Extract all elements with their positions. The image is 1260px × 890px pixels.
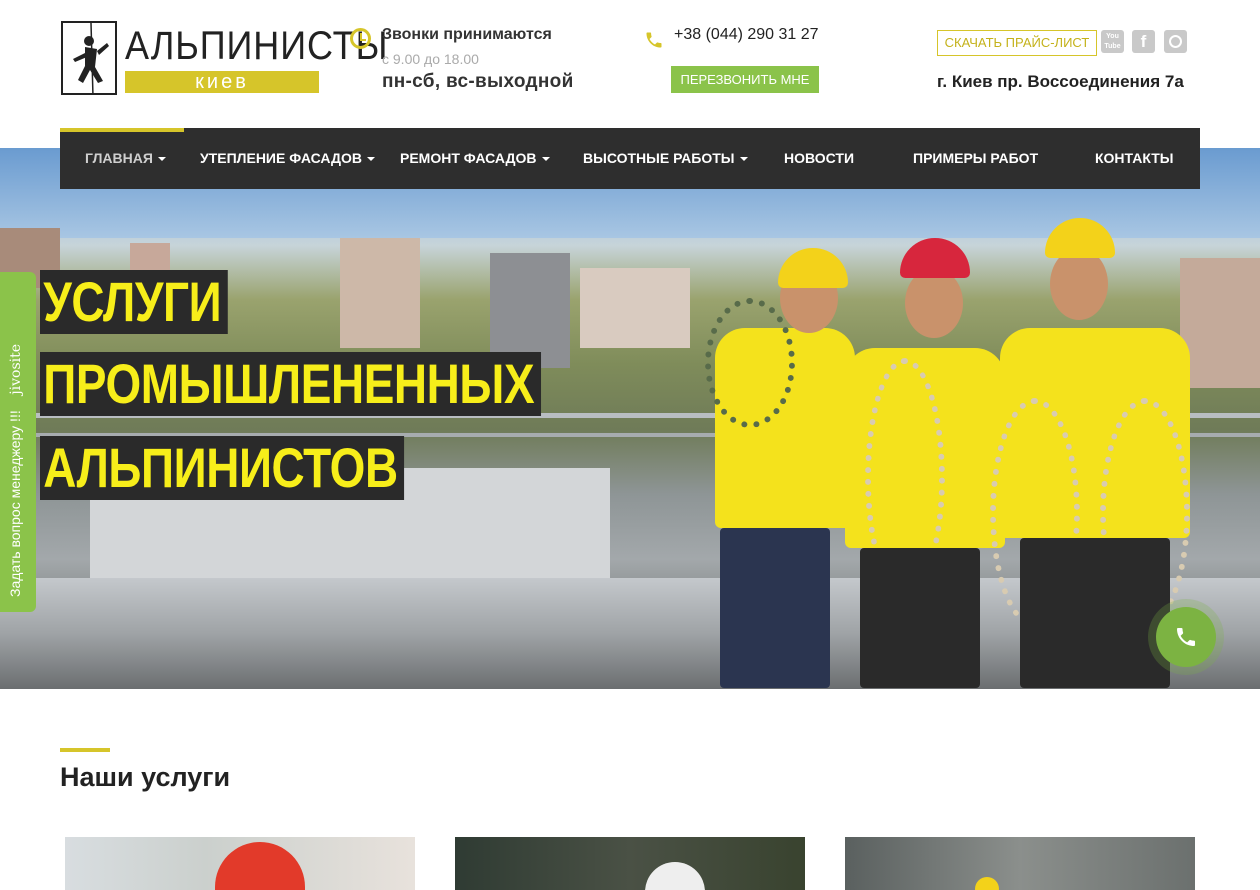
address: г. Киев пр. Воссоединения 7а [937, 72, 1184, 91]
nav-item-high-rise-work[interactable]: ВЫСОТНЫЕ РАБОТЫ [583, 128, 748, 189]
climber-logo-icon [61, 21, 117, 95]
nav-item-contacts[interactable]: КОНТАКТЫ [1095, 128, 1173, 189]
facebook-icon[interactable]: f [1132, 30, 1155, 53]
hero-banner: УСЛУГИ ПРОМЫШЛЕНЕННЫХ АЛЬПИНИСТОВ [0, 148, 1260, 689]
youtube-icon[interactable]: You Tube [1101, 30, 1124, 53]
service-card-image[interactable] [65, 837, 415, 890]
service-card-image[interactable] [845, 837, 1195, 890]
hero-headline-line3: АЛЬПИНИСТОВ [40, 436, 484, 500]
nav-item-facade-repair[interactable]: РЕМОНТ ФАСАДОВ [400, 128, 550, 189]
call-widget-button[interactable] [1156, 607, 1216, 667]
download-price-button[interactable]: СКАЧАТЬ ПРАЙС-ЛИСТ [937, 30, 1097, 56]
nav-active-indicator [60, 128, 184, 132]
schedule-hours: с 9.00 до 18.00 [382, 51, 479, 67]
jivosite-brand: jivosite [8, 343, 24, 395]
service-card-image[interactable] [455, 837, 805, 890]
schedule-days: пн-сб, вс-выходной [382, 71, 574, 92]
phone-icon [646, 32, 662, 48]
caret-down-icon [157, 157, 166, 162]
site-header: АЛЬПИНИСТЫ киев Звонки принимаются с 9.0… [0, 0, 1260, 128]
services-title: Наши услуги [60, 762, 231, 792]
caret-down-icon [541, 157, 550, 162]
climber-worker [840, 238, 1010, 688]
site-logo[interactable]: АЛЬПИНИСТЫ киев [61, 21, 387, 96]
logo-title: АЛЬПИНИСТЫ [125, 24, 389, 68]
ask-manager-tab[interactable]: Задать вопрос менеджеру !!! jivosite [0, 272, 36, 612]
phone-icon [1177, 628, 1195, 646]
schedule-title: Звонки принимаются [382, 26, 552, 43]
caret-down-icon [366, 157, 375, 162]
phone-number[interactable]: +38 (044) 290 31 27 [674, 26, 819, 44]
ask-manager-label: Задать вопрос менеджеру !!! jivosite [7, 343, 24, 597]
instagram-icon[interactable] [1164, 30, 1187, 53]
clock-icon [350, 28, 371, 49]
main-nav: ГЛАВНАЯ УТЕПЛЕНИЕ ФАСАДОВ РЕМОНТ ФАСАДОВ… [60, 128, 1200, 189]
hero-headline-line2: ПРОМЫШЛЕНЕННЫХ [40, 352, 651, 416]
nav-item-portfolio[interactable]: ПРИМЕРЫ РАБОТ [913, 128, 1038, 189]
nav-item-news[interactable]: НОВОСТИ [784, 128, 854, 189]
callback-button[interactable]: ПЕРЕЗВОНИТЬ МНЕ [671, 66, 819, 93]
nav-item-home[interactable]: ГЛАВНАЯ [85, 128, 166, 189]
section-accent-bar [60, 748, 110, 752]
logo-city: киев [125, 71, 319, 93]
nav-item-facade-insulation[interactable]: УТЕПЛЕНИЕ ФАСАДОВ [200, 128, 375, 189]
caret-down-icon [739, 157, 748, 162]
hero-headline-line1: УСЛУГИ [40, 270, 269, 334]
